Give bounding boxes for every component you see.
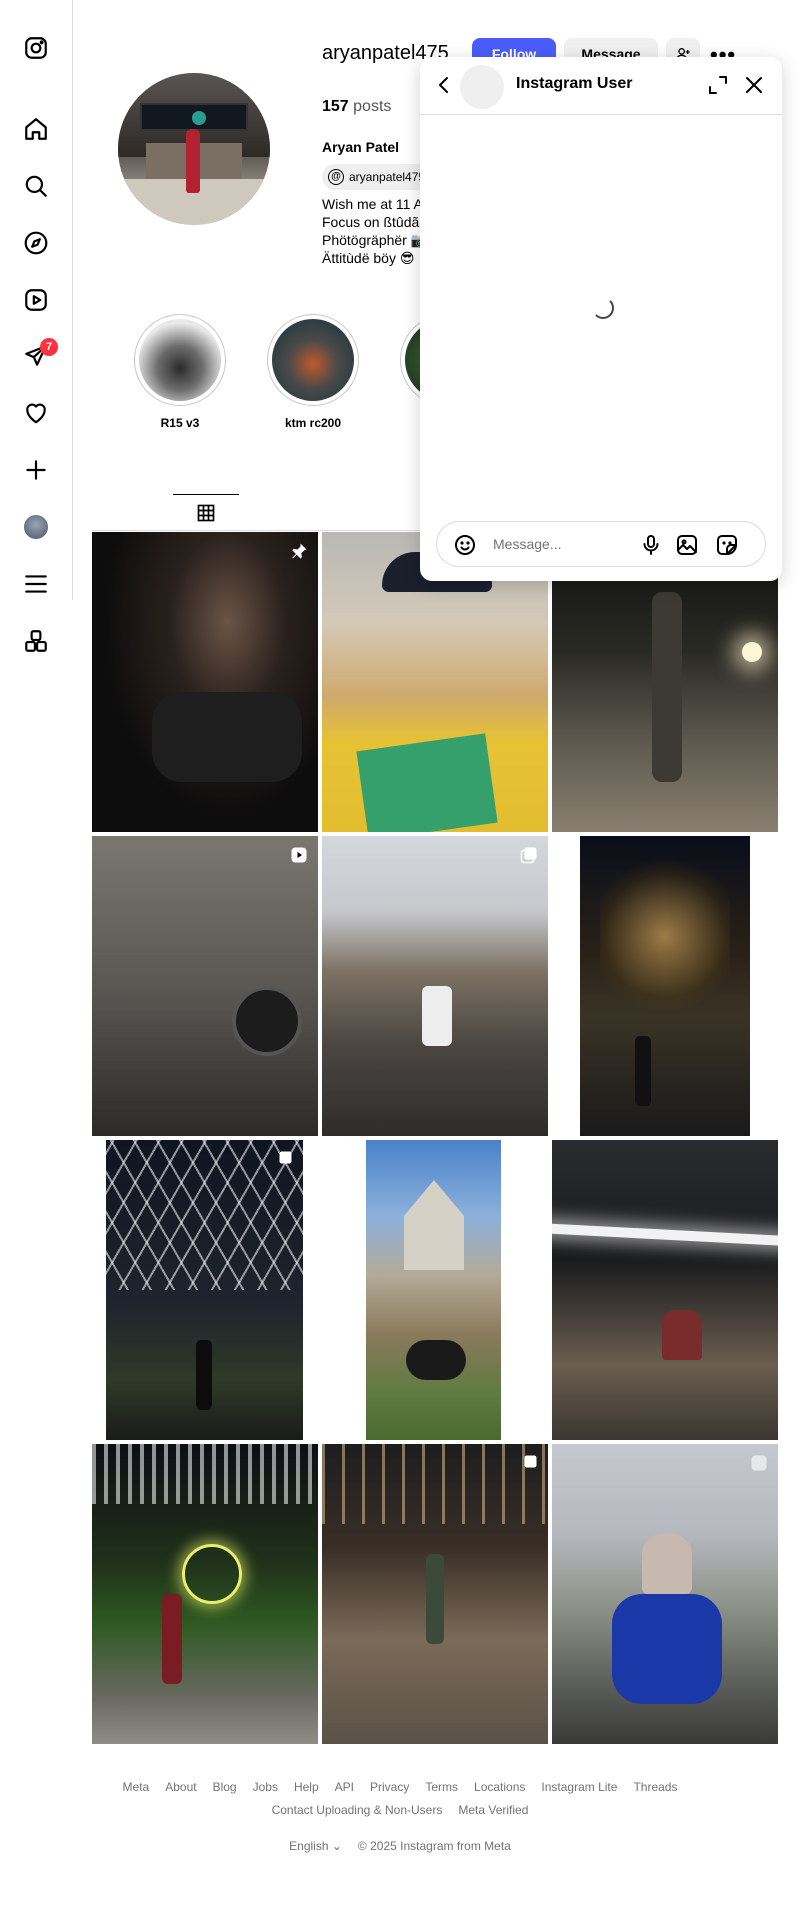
footer-links-secondary: Contact Uploading & Non-Users Meta Verif… <box>0 1803 800 1817</box>
story-highlight[interactable]: R15 v3 <box>134 314 226 430</box>
explore-icon[interactable] <box>22 229 50 257</box>
post-thumbnail[interactable] <box>366 1140 501 1440</box>
footer-link[interactable]: Meta <box>123 1780 150 1794</box>
notification-badge: 7 <box>40 338 58 356</box>
more-apps-icon[interactable] <box>22 627 50 655</box>
carousel-icon <box>520 1454 538 1472</box>
tab-posts[interactable] <box>173 494 239 530</box>
post-thumbnail[interactable] <box>92 836 318 1136</box>
bio-line: Focus on ßtûdã <box>322 214 420 230</box>
grid-icon <box>197 504 215 521</box>
post-thumbnail[interactable] <box>322 1444 548 1744</box>
message-placeholder: Message... <box>493 536 562 552</box>
post-thumbnail[interactable] <box>552 1140 778 1440</box>
reel-icon <box>750 1454 768 1472</box>
post-thumbnail[interactable] <box>580 836 750 1136</box>
notifications-icon[interactable] <box>22 399 50 427</box>
threads-handle: aryanpatel475 <box>349 170 426 184</box>
footer-link[interactable]: Contact Uploading & Non-Users <box>272 1803 443 1817</box>
expand-icon[interactable] <box>706 73 730 97</box>
copyright: © 2025 Instagram from Meta <box>357 1839 511 1853</box>
message-input[interactable]: Message... <box>436 521 766 567</box>
create-icon[interactable] <box>22 456 50 484</box>
post-thumbnail[interactable] <box>106 1140 303 1440</box>
home-icon[interactable] <box>22 115 50 143</box>
language-label: English <box>289 1839 329 1853</box>
highlight-label: R15 v3 <box>160 416 200 430</box>
footer-link[interactable]: Threads <box>633 1780 677 1794</box>
profile-avatar[interactable] <box>22 513 50 541</box>
chevron-down-icon: ⌄ <box>331 1839 342 1853</box>
footer-link[interactable]: Blog <box>213 1780 237 1794</box>
threads-icon: @ <box>328 169 344 185</box>
footer-link[interactable]: About <box>165 1780 196 1794</box>
footer-link[interactable]: API <box>335 1780 354 1794</box>
dm-avatar[interactable] <box>460 65 504 109</box>
dm-title[interactable]: Instagram User <box>516 75 633 93</box>
sidebar-nav: 7 <box>0 0 73 600</box>
posts-count-value: 157 <box>322 98 349 115</box>
post-thumbnail[interactable] <box>92 532 318 832</box>
threads-badge[interactable]: @ aryanpatel475 <box>322 164 436 190</box>
post-thumbnail[interactable] <box>552 1444 778 1744</box>
footer-link[interactable]: Locations <box>474 1780 525 1794</box>
instagram-logo-icon[interactable] <box>22 34 50 62</box>
reels-icon[interactable] <box>22 286 50 314</box>
dm-popup: Instagram User Message... <box>420 57 782 581</box>
pin-icon <box>290 542 308 560</box>
dm-header: Instagram User <box>420 57 782 115</box>
footer-meta: English ⌄ © 2025 Instagram from Meta <box>0 1839 800 1853</box>
image-icon[interactable] <box>675 533 699 557</box>
messages-icon[interactable]: 7 <box>22 338 58 370</box>
post-thumbnail[interactable] <box>322 836 548 1136</box>
footer-link[interactable]: Instagram Lite <box>541 1780 617 1794</box>
bio-line: Phötögräphër 📷 <box>322 232 429 248</box>
highlight-label: ktm rc200 <box>284 416 342 430</box>
menu-icon[interactable] <box>22 570 50 598</box>
post-thumbnail[interactable] <box>92 1444 318 1744</box>
story-highlight[interactable]: ktm rc200 <box>267 314 359 430</box>
profile-picture[interactable] <box>118 73 270 225</box>
profile-full-name: Aryan Patel <box>322 139 400 155</box>
footer-link[interactable]: Jobs <box>253 1780 278 1794</box>
bio-line: Ättitùdë böy 😎 <box>322 250 415 266</box>
close-icon[interactable] <box>742 73 766 97</box>
microphone-icon[interactable] <box>639 533 663 557</box>
emoji-icon[interactable] <box>453 533 477 557</box>
footer-link[interactable]: Help <box>294 1780 319 1794</box>
search-icon[interactable] <box>22 172 50 200</box>
footer-link[interactable]: Privacy <box>370 1780 409 1794</box>
carousel-icon <box>275 1150 293 1168</box>
reel-icon <box>290 846 308 864</box>
loading-spinner <box>592 297 614 319</box>
footer-links: Meta About Blog Jobs Help API Privacy Te… <box>0 1780 800 1794</box>
posts-count: 157 posts <box>322 98 391 116</box>
sticker-icon[interactable] <box>715 533 739 557</box>
back-icon[interactable] <box>432 73 456 97</box>
footer-link[interactable]: Terms <box>425 1780 458 1794</box>
carousel-icon <box>520 846 538 864</box>
footer-link[interactable]: Meta Verified <box>458 1803 528 1817</box>
posts-count-label: posts <box>353 98 392 115</box>
bio-line: Wish me at 11 A <box>322 196 423 212</box>
language-selector[interactable]: English ⌄ <box>289 1839 342 1853</box>
